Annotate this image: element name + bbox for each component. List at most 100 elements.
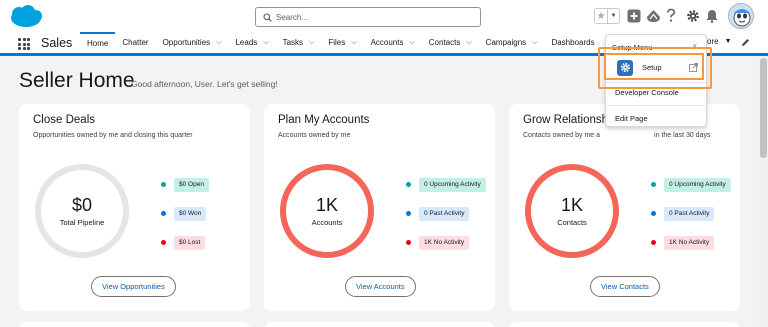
card-title: Close Deals — [33, 114, 95, 126]
scrollbar-thumb[interactable] — [760, 58, 767, 158]
chevron-down-icon[interactable]: ⌵ — [351, 39, 356, 47]
lower-card — [264, 322, 495, 327]
card-subtitle: Accounts owned by me — [278, 132, 351, 139]
ring-label: Contacts — [557, 217, 587, 227]
search-input[interactable] — [276, 10, 476, 24]
nav-tab-campaigns[interactable]: Campaigns ⌵ — [479, 32, 545, 53]
legend-dot-icon — [406, 182, 411, 187]
card-accounts: Plan My Accounts Accounts owned by me 1K … — [264, 104, 495, 311]
legend-badge[interactable]: 0 Past Activity — [419, 206, 470, 221]
nav-tab-dashboards[interactable]: Dashboards — [544, 32, 601, 53]
ring-chart: 1K Accounts — [280, 164, 374, 258]
ring-chart: 1K Contacts — [525, 164, 619, 258]
legend-dot-icon — [406, 211, 411, 216]
app-name: Sales — [41, 36, 73, 50]
lower-card — [19, 322, 250, 327]
user-avatar-icon — [733, 9, 751, 27]
page-scrollbar[interactable] — [759, 56, 768, 327]
trailhead-icon[interactable] — [646, 9, 661, 23]
search-icon — [263, 13, 272, 22]
legend-item: 1K No Activity — [651, 235, 731, 250]
chevron-down-icon[interactable]: ▼ — [608, 9, 619, 23]
legend-item: $0 Won — [161, 206, 209, 221]
legend-item: 0 Past Activity — [406, 206, 486, 221]
nav-tab-contacts[interactable]: Contacts ⌵ — [422, 32, 479, 53]
legend-dot-icon — [161, 182, 166, 187]
card-title: Plan My Accounts — [278, 114, 370, 126]
nav-tab-label: Opportunities — [162, 38, 211, 47]
chevron-down-icon[interactable]: ⌵ — [309, 39, 314, 47]
chevron-down-icon[interactable]: ⌵ — [263, 39, 268, 47]
legend-badge[interactable]: 0 Past Activity — [664, 206, 715, 221]
gear-icon[interactable] — [686, 9, 700, 23]
setup-menu-item-setup[interactable]: Setup — [610, 55, 704, 80]
ring-value: 1K — [560, 194, 584, 215]
nav-tab-label: Campaigns — [485, 38, 527, 47]
chevron-down-icon[interactable]: ⌵ — [216, 39, 221, 47]
chevron-down-icon[interactable]: ⌵ — [409, 39, 414, 47]
more-tab[interactable]: ore ▼ — [707, 37, 732, 46]
card-title: Grow Relationsh — [523, 114, 609, 126]
setup-menu-item-label: Setup — [642, 63, 662, 72]
card-subtitle: Contacts owned by me a in the last 30 day… — [523, 132, 711, 139]
favorites-group: ★ ▼ — [594, 8, 620, 24]
legend-item: $0 Open — [161, 177, 209, 192]
help-icon[interactable] — [666, 8, 676, 23]
nav-tab-label: Chatter — [122, 38, 149, 47]
nav-tab-label: Leads — [235, 38, 258, 47]
menu-divider — [606, 82, 706, 83]
nav-tab-label: Home — [87, 39, 109, 48]
legend-badge[interactable]: $0 Won — [174, 206, 207, 221]
legend-badge[interactable]: 0 Upcoming Activity — [664, 177, 731, 192]
view-opportunities-button[interactable]: View Opportunities — [91, 276, 176, 297]
pencil-icon[interactable] — [741, 38, 750, 47]
bell-icon[interactable] — [706, 9, 718, 23]
view-accounts-button[interactable]: View Accounts — [345, 276, 416, 297]
ring-label: Total Pipeline — [59, 217, 105, 227]
nav-tab-leads[interactable]: Leads ⌵ — [228, 32, 275, 53]
nav-tab-home[interactable]: Home — [80, 32, 116, 53]
salesforce-cloud-logo[interactable] — [8, 5, 44, 29]
chevron-down-icon[interactable]: ⌵ — [532, 39, 537, 47]
legend-badge[interactable]: $0 Lost — [174, 235, 206, 250]
legend-item: $0 Lost — [161, 235, 209, 250]
legend-badge[interactable]: 0 Upcoming Activity — [419, 177, 486, 192]
legend-badge[interactable]: $0 Open — [174, 177, 209, 192]
card-contacts: Grow Relationsh Contacts owned by me a in … — [509, 104, 740, 311]
external-link-icon — [689, 63, 698, 72]
nav-tab-label: Contacts — [428, 38, 461, 47]
star-icon[interactable]: ★ — [595, 9, 608, 23]
nav-tab-opportunities[interactable]: Opportunities ⌵ — [156, 32, 229, 53]
nav-tab-accounts[interactable]: Accounts ⌵ — [364, 32, 422, 53]
card-opportunities: Close Deals Opportunities owned by me and… — [19, 104, 250, 311]
more-tab-label: ore — [707, 37, 719, 46]
close-icon[interactable]: × — [692, 41, 697, 51]
nav-tab-files[interactable]: Files ⌵ — [321, 32, 363, 53]
ring-label: Accounts — [311, 217, 343, 227]
chevron-down-icon[interactable]: ⌵ — [466, 39, 471, 47]
nav-tab-label: Accounts — [370, 38, 404, 47]
legend-item: 0 Past Activity — [651, 206, 731, 221]
legend-dot-icon — [161, 240, 166, 245]
greeting-text: Good afternoon, User. Let's get selling! — [131, 79, 278, 89]
nav-tab-label: Dashboards — [551, 38, 595, 47]
nav-tab-tasks[interactable]: Tasks ⌵ — [276, 32, 322, 53]
setup-gear-icon — [617, 59, 633, 76]
lower-card — [509, 322, 740, 327]
legend-dot-icon — [161, 211, 166, 216]
legend-badge[interactable]: 1K No Activity — [664, 235, 715, 250]
plus-icon[interactable] — [627, 9, 641, 23]
nav-tab-chatter[interactable]: Chatter — [115, 32, 155, 53]
legend-dot-icon — [651, 211, 656, 216]
legend-item: 1K No Activity — [406, 235, 486, 250]
legend: $0 Open $0 Won $0 Lost — [161, 177, 209, 264]
ring-value: $0 — [71, 194, 93, 215]
app-launcher-icon[interactable] — [18, 38, 30, 50]
ring-chart: $0 Total Pipeline — [35, 164, 129, 258]
menu-item-developer-console[interactable]: Developer Console — [615, 88, 679, 97]
legend-badge[interactable]: 1K No Activity — [419, 235, 470, 250]
menu-item-edit-page[interactable]: Edit Page — [615, 114, 648, 123]
global-search[interactable] — [255, 7, 481, 27]
avatar[interactable] — [728, 3, 754, 29]
view-contacts-button[interactable]: View Contacts — [590, 276, 660, 297]
